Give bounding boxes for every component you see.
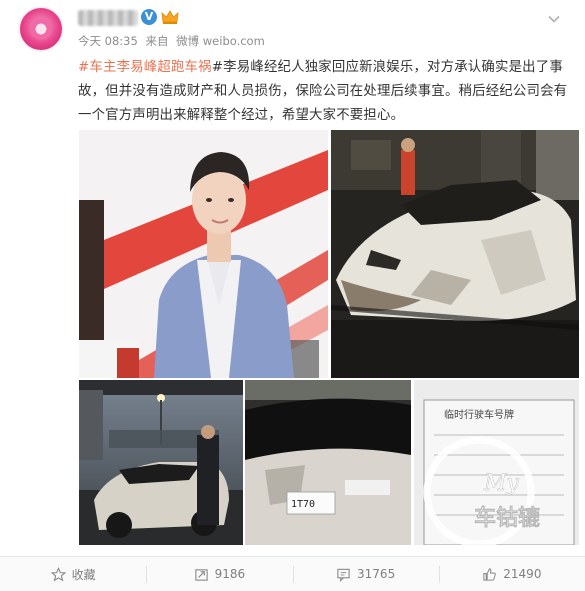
post-meta: 今天 08:35 来自 微博 weibo.com: [78, 33, 269, 49]
topic-link[interactable]: #车主李易峰超跑车祸: [78, 60, 212, 75]
like-button[interactable]: 21490: [438, 557, 585, 591]
share-icon: [194, 568, 208, 581]
share-count: 9186: [214, 567, 246, 581]
action-bar: 收藏 9186 31765 21490: [0, 556, 585, 591]
verified-badge-icon: V: [141, 9, 157, 25]
weibo-post: V 今天 08:35 来自 微博 weibo.com #车主李易峰超跑车祸#李易…: [0, 0, 585, 591]
comment-button[interactable]: 31765: [292, 557, 439, 591]
thumbs-up-icon: [483, 567, 497, 581]
comment-icon: [337, 568, 350, 582]
post-source-prefix: 来自: [145, 34, 169, 48]
document-title: 临时行驶车号牌: [444, 408, 514, 421]
photo-car-side-night[interactable]: [79, 380, 243, 545]
photo-car-license-plate[interactable]: 1T70: [245, 380, 411, 545]
post-time[interactable]: 今天 08:35: [78, 34, 138, 48]
username-blurred[interactable]: [78, 10, 138, 26]
comment-count: 31765: [357, 567, 396, 581]
like-count: 21490: [503, 567, 542, 581]
photo-temporary-plate-document[interactable]: 临时行驶车号牌 My 车钴辘: [414, 380, 579, 545]
watermark-cn: 车钴辘: [474, 505, 540, 531]
chevron-down-icon[interactable]: [546, 11, 562, 27]
star-icon: [50, 566, 66, 581]
user-avatar[interactable]: [18, 6, 64, 52]
photo-damaged-car-front[interactable]: [331, 130, 579, 378]
post-source[interactable]: 微博 weibo.com: [176, 34, 265, 48]
watermark-my: My: [483, 471, 520, 496]
share-button[interactable]: 9186: [146, 557, 292, 591]
post-text: #车主李易峰超跑车祸#李易峰经纪人独家回应新浪娱乐，对方承认确实是出了事故，但并…: [78, 56, 578, 128]
plate-text: 1T70: [291, 499, 315, 510]
photo-portrait[interactable]: [79, 130, 328, 378]
favorite-button[interactable]: 收藏: [0, 557, 146, 591]
favorite-label: 收藏: [71, 567, 96, 582]
vip-crown-icon: [161, 10, 179, 24]
